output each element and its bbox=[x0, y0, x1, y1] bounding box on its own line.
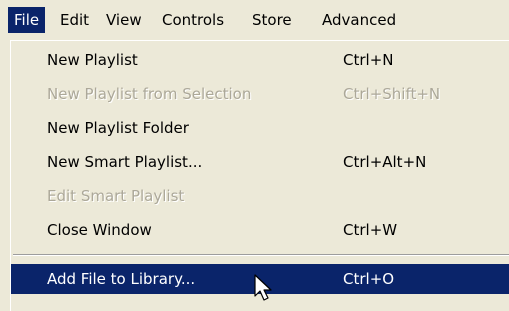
menu-item-label: Add File to Library... bbox=[47, 270, 196, 288]
menu-item-new-playlist-folder[interactable]: New Playlist Folder bbox=[11, 113, 509, 143]
menu-item-new-playlist[interactable]: New Playlist Ctrl+N bbox=[11, 45, 509, 75]
menu-item-label: New Smart Playlist... bbox=[47, 153, 203, 171]
menu-item-close-window[interactable]: Close Window Ctrl+W bbox=[11, 215, 509, 245]
menu-item-label: New Playlist Folder bbox=[47, 119, 189, 137]
menu-item-shortcut: Ctrl+W bbox=[343, 221, 398, 239]
menu-item-label: Close Window bbox=[47, 221, 152, 239]
menu-store[interactable]: Store bbox=[246, 7, 298, 33]
menu-item-new-playlist-from-selection: New Playlist from Selection Ctrl+Shift+N bbox=[11, 79, 509, 109]
menu-item-shortcut: Ctrl+Shift+N bbox=[343, 85, 441, 103]
menu-item-label: New Playlist from Selection bbox=[47, 85, 252, 103]
menu-item-edit-smart-playlist: Edit Smart Playlist bbox=[11, 181, 509, 211]
file-menu-dropdown: New Playlist Ctrl+N New Playlist from Se… bbox=[10, 40, 509, 311]
menu-view[interactable]: View bbox=[100, 7, 148, 33]
menu-item-shortcut: Ctrl+O bbox=[343, 270, 395, 288]
menu-file[interactable]: File bbox=[8, 7, 46, 33]
menu-edit[interactable]: Edit bbox=[54, 7, 95, 33]
menu-item-label: Edit Smart Playlist bbox=[47, 187, 185, 205]
menu-item-add-file-to-library[interactable]: Add File to Library... Ctrl+O bbox=[11, 264, 509, 294]
menu-controls[interactable]: Controls bbox=[156, 7, 230, 33]
menu-item-shortcut: Ctrl+Alt+N bbox=[343, 153, 427, 171]
menu-item-new-smart-playlist[interactable]: New Smart Playlist... Ctrl+Alt+N bbox=[11, 147, 509, 177]
menu-item-label: New Playlist bbox=[47, 51, 138, 69]
menu-item-shortcut: Ctrl+N bbox=[343, 51, 394, 69]
menu-advanced[interactable]: Advanced bbox=[316, 7, 402, 33]
menu-bar: File Edit View Controls Store Advanced bbox=[0, 0, 509, 40]
menu-separator bbox=[13, 254, 509, 256]
